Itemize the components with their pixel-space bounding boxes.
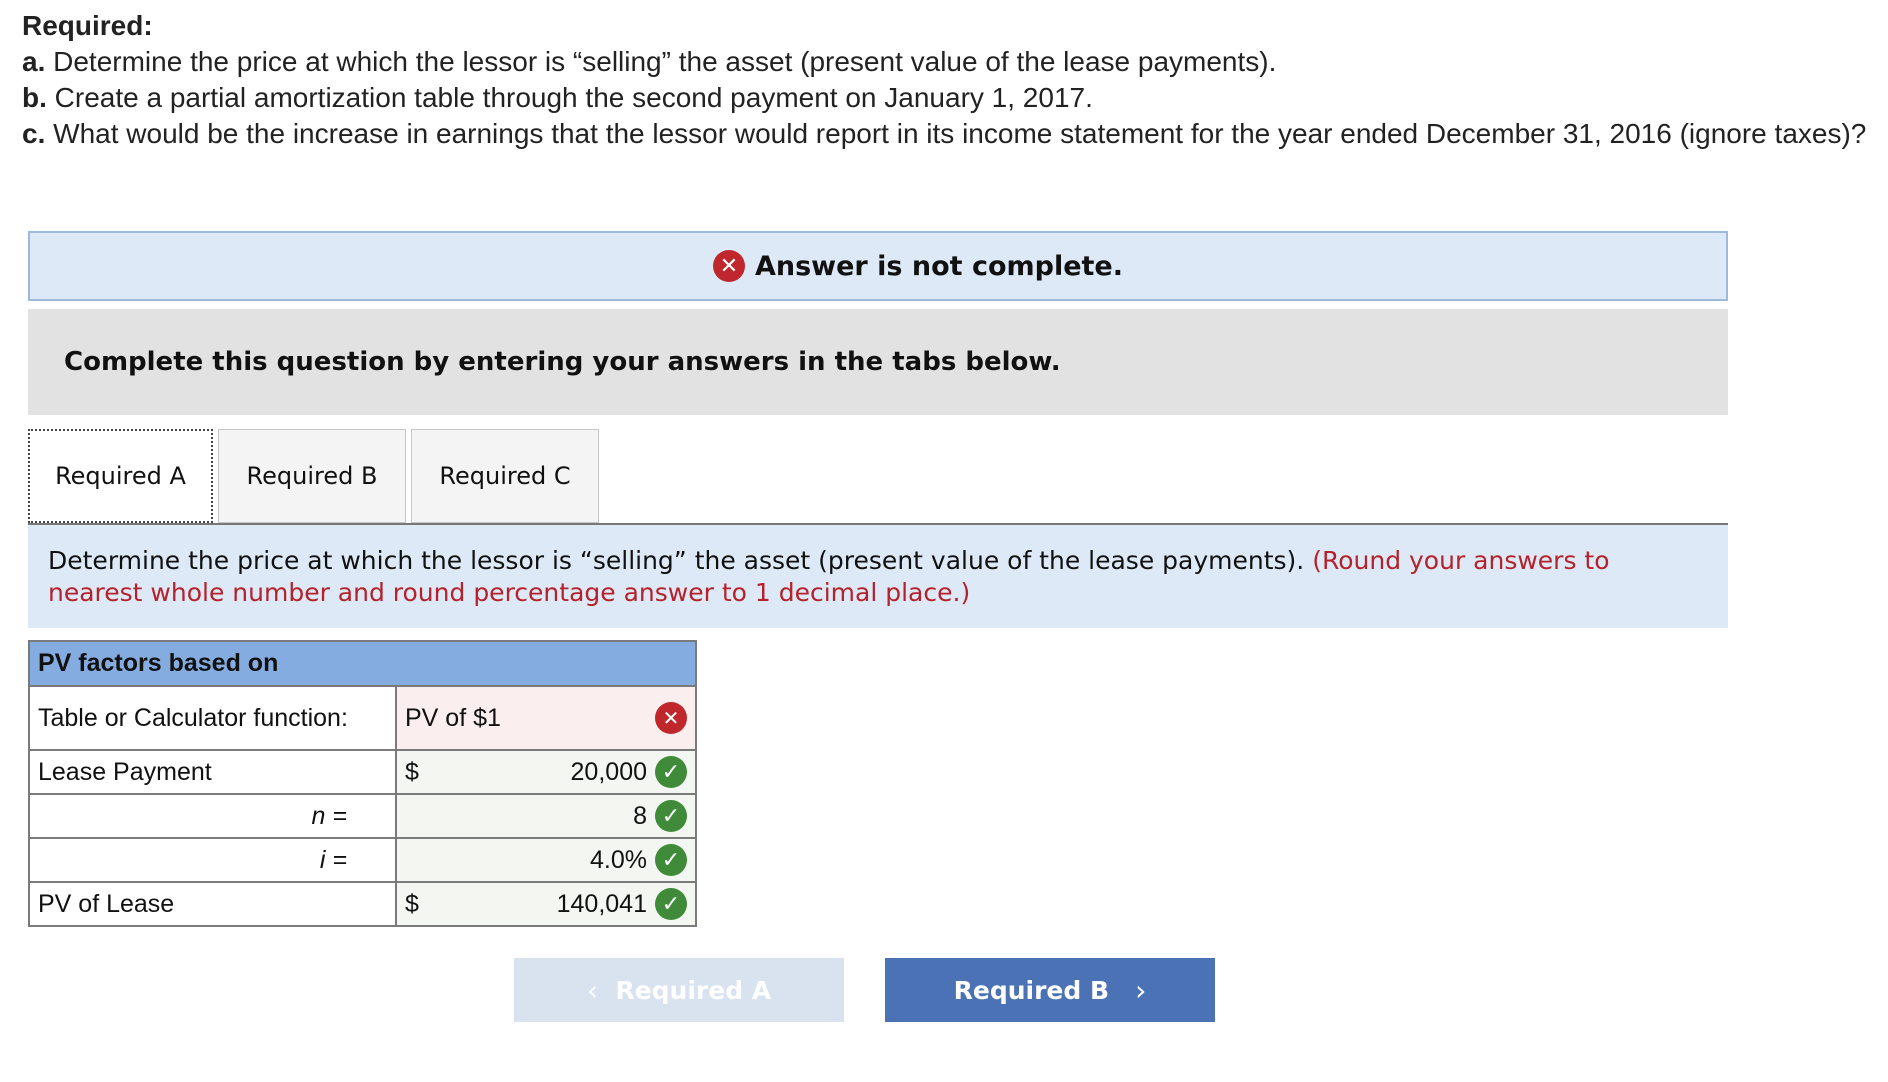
tab-required-a[interactable]: Required A <box>28 429 213 523</box>
instruction-box: Complete this question by entering your … <box>28 309 1728 415</box>
lease-payment-input[interactable]: 20,000 <box>571 758 647 787</box>
pv-table: PV factors based on Table or Calculator … <box>28 640 697 927</box>
i-cell[interactable]: 4.0% ✓ <box>395 837 697 883</box>
next-tab-button[interactable]: Required B › <box>885 958 1215 1022</box>
n-cell[interactable]: 8 ✓ <box>395 793 697 839</box>
answer-status-banner: ✕ Answer is not complete. <box>28 231 1728 301</box>
function-select[interactable]: PV of $1 <box>405 704 501 733</box>
n-input[interactable]: 8 <box>633 802 647 831</box>
prompt-text: Determine the price at which the lessor … <box>48 546 1305 575</box>
dollar-sign: $ <box>405 757 419 786</box>
incorrect-icon: ✕ <box>655 702 687 734</box>
check-icon: ✓ <box>655 844 687 876</box>
instruction-text: Complete this question by entering your … <box>64 347 1061 377</box>
lease-payment-cell[interactable]: $ 20,000 ✓ <box>395 749 697 795</box>
required-section: Required: a. Determine the price at whic… <box>22 8 1882 152</box>
row-label-n: n = <box>28 793 397 839</box>
row-label-pv-of-lease: PV of Lease <box>28 881 397 927</box>
check-icon: ✓ <box>655 756 687 788</box>
i-input[interactable]: 4.0% <box>590 846 647 875</box>
chevron-left-icon: ‹ <box>586 973 599 1007</box>
pv-of-lease-cell[interactable]: $ 140,041 ✓ <box>395 881 697 927</box>
check-icon: ✓ <box>655 888 687 920</box>
function-cell[interactable]: PV of $1 ✕ <box>395 685 697 751</box>
question-prompt: Determine the price at which the lessor … <box>28 525 1728 628</box>
row-label-i: i = <box>28 837 397 883</box>
prev-tab-button[interactable]: ‹ Required A <box>514 958 844 1022</box>
check-icon: ✓ <box>655 800 687 832</box>
tab-required-b[interactable]: Required B <box>218 429 406 523</box>
required-item-a: a. Determine the price at which the less… <box>22 46 1277 77</box>
required-title: Required: <box>22 10 153 41</box>
x-circle-icon: ✕ <box>712 250 745 282</box>
table-header: PV factors based on <box>28 640 697 687</box>
tab-bar: Required A Required B Required C <box>28 429 604 525</box>
tab-required-c[interactable]: Required C <box>411 429 599 523</box>
required-item-c: c. What would be the increase in earning… <box>22 118 1867 149</box>
dollar-sign: $ <box>405 889 419 918</box>
required-item-b: b. Create a partial amortization table t… <box>22 82 1093 113</box>
answer-status-text: Answer is not complete. <box>754 250 1124 282</box>
chevron-right-icon: › <box>1135 973 1147 1007</box>
row-label-function: Table or Calculator function: <box>28 685 397 751</box>
row-label-lease-payment: Lease Payment <box>28 749 397 795</box>
pv-of-lease-input[interactable]: 140,041 <box>557 890 647 919</box>
